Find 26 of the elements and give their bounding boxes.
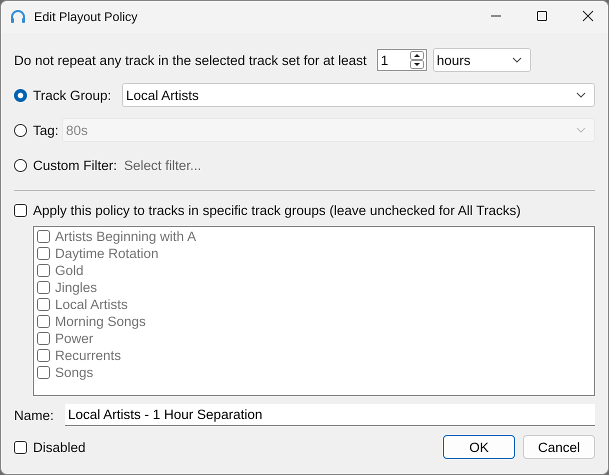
checkbox[interactable] bbox=[14, 440, 27, 454]
source-label: Custom Filter: bbox=[33, 158, 118, 172]
dialog-button[interactable]: OK bbox=[443, 435, 515, 459]
unit-dropdown[interactable]: hours bbox=[432, 48, 531, 72]
radio-button[interactable] bbox=[14, 158, 27, 172]
dialog-button[interactable]: Cancel bbox=[523, 435, 595, 459]
source-label: Tag: bbox=[33, 122, 59, 138]
chevron-down-icon bbox=[576, 127, 586, 133]
maximize-icon[interactable] bbox=[536, 10, 548, 22]
checkbox[interactable] bbox=[14, 204, 27, 217]
repeat-label: Do not repeat any track in the selected track set for at least bbox=[14, 52, 367, 68]
close-icon[interactable] bbox=[582, 10, 594, 22]
radio-button[interactable] bbox=[14, 88, 27, 102]
source-label: Track Group: bbox=[33, 88, 112, 102]
select-filter-link[interactable]: Select filter... bbox=[124, 158, 202, 172]
source-dropdown[interactable]: Local Artists bbox=[122, 83, 595, 107]
headphones-icon bbox=[10, 9, 26, 25]
window-title: Edit Playout Policy bbox=[34, 10, 139, 24]
name-field[interactable]: Local Artists - 1 Hour Separation bbox=[65, 404, 595, 426]
chevron-down-icon bbox=[512, 57, 522, 63]
spin-arrows-icon[interactable] bbox=[410, 51, 424, 69]
hours-spinner[interactable]: 1 bbox=[376, 49, 427, 71]
apply-label: Apply this policy to tracks in specific track groups (leave unchecked for All Tracks) bbox=[33, 203, 521, 218]
chevron-down-icon bbox=[576, 92, 586, 98]
name-label: Name: bbox=[14, 408, 55, 422]
disabled-label: Disabled bbox=[33, 440, 86, 454]
